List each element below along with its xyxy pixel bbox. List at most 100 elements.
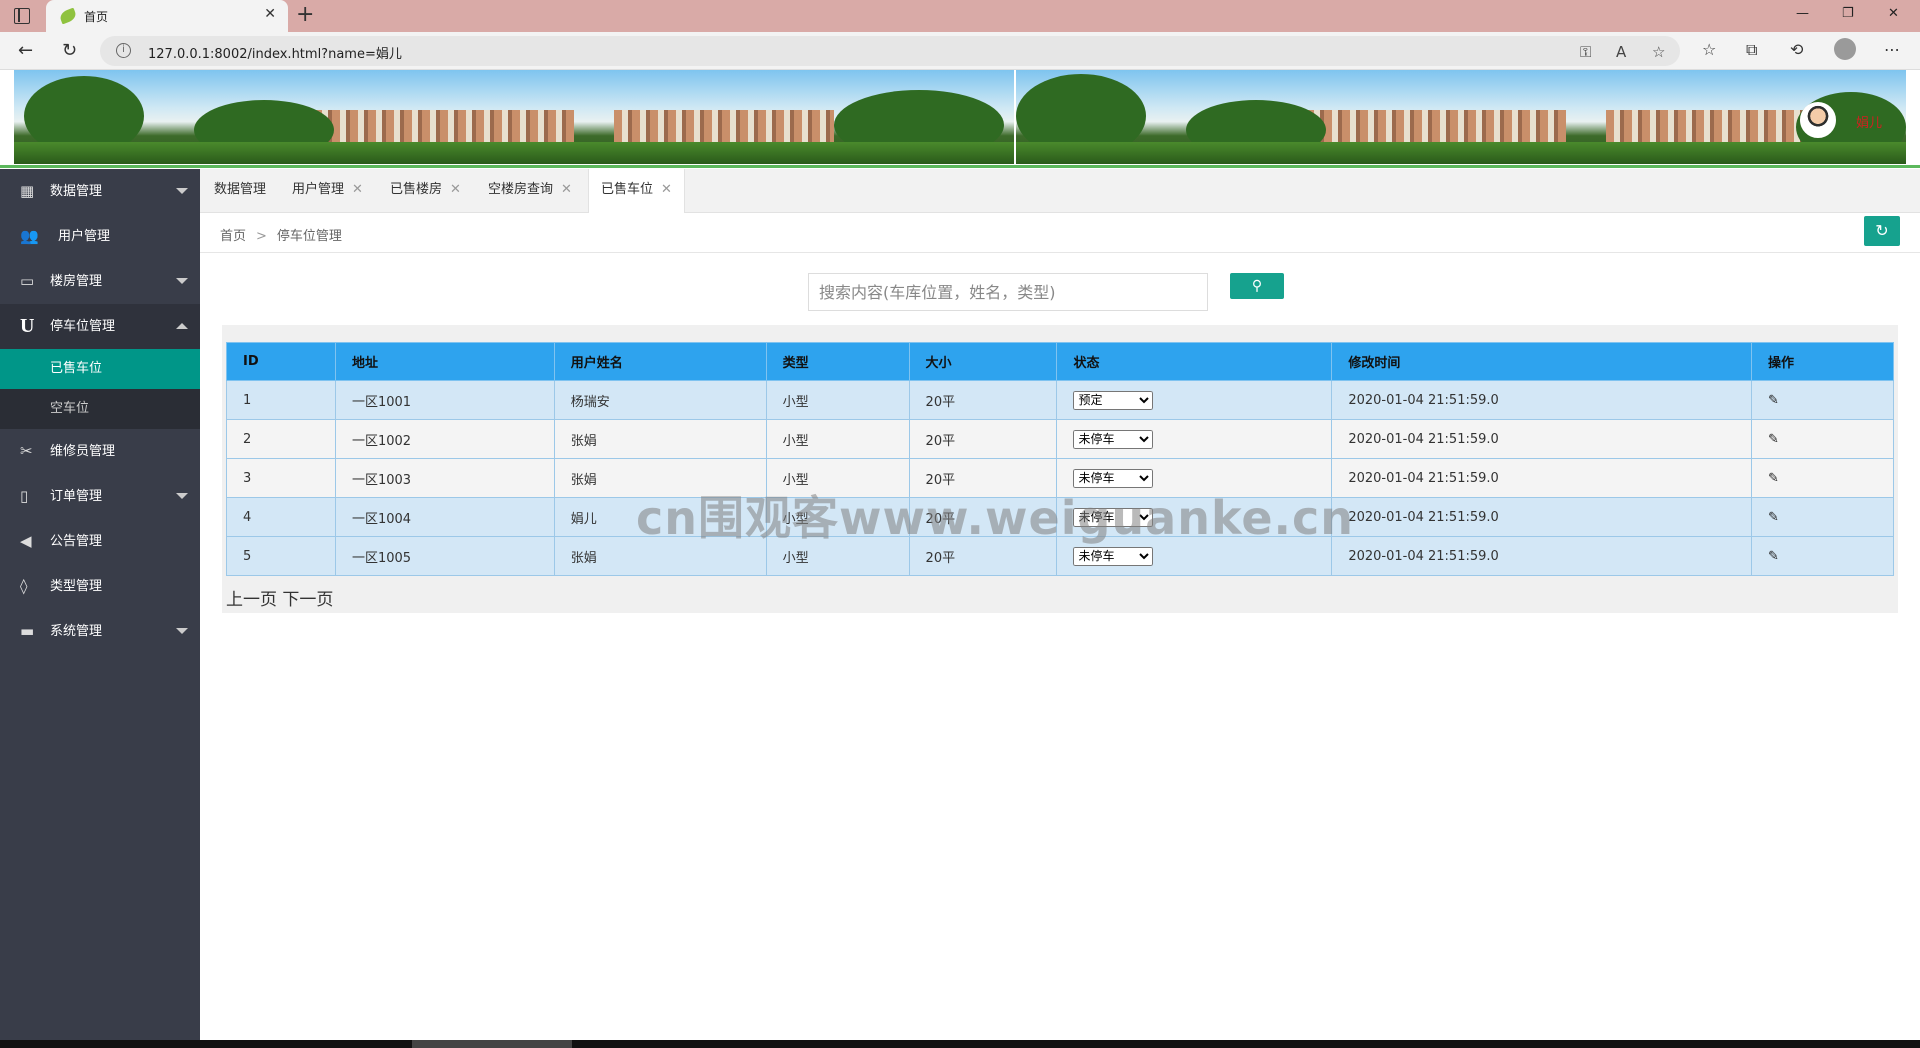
cell-time: 2020-01-04 21:51:59.0 [1331,536,1753,576]
breadcrumb-home[interactable]: 首页 [220,229,246,244]
cell-type: 小型 [765,380,910,420]
edit-icon[interactable]: ✎ [1768,471,1779,486]
circle-back-icon: ◀ [20,532,32,550]
prev-page-link[interactable]: 上一页 [226,590,277,610]
tab-data[interactable]: 数据管理 [202,169,278,209]
sidebar-item-types[interactable]: ◊ 类型管理 [0,564,200,609]
chevron-up-icon [176,323,188,329]
briefcase-icon: ▬ [20,622,35,640]
cell-size: 20平 [908,380,1058,420]
sidebar-item-label: 类型管理 [50,579,103,594]
sidebar-item-label: 用户管理 [58,229,111,244]
status-select[interactable]: 预定 [1073,390,1154,410]
breadcrumb-current: 停车位管理 [276,229,342,244]
status-select[interactable]: 未停车 [1073,429,1154,449]
sidebar-item-data[interactable]: ▦ 数据管理 [0,169,200,214]
user-avatar[interactable] [1800,102,1836,138]
tab-close-icon[interactable]: ✕ [450,182,461,197]
cell-action: ✎ [1751,419,1894,459]
cell-time: 2020-01-04 21:51:59.0 [1331,419,1753,459]
pager: 上一页 下一页 [226,585,333,610]
sidebar-subitem-sold-spaces[interactable]: 已售车位 [0,349,200,389]
sidebar-item-users[interactable]: 👥 用户管理 [0,214,200,259]
history-icon[interactable]: ⟲ [1790,40,1803,59]
cell-id: 3 [226,458,336,498]
edit-icon[interactable]: ✎ [1768,393,1779,408]
cell-status: 未停车 [1056,419,1333,459]
restore-icon[interactable]: ❐ [1842,6,1854,21]
page-tabs: 数据管理 用户管理 ✕ 已售楼房 ✕ 空楼房查询 ✕ 已售车位 ✕ [200,169,1920,213]
status-select[interactable]: 未停车 [1073,546,1154,566]
browser-tab[interactable]: 首页 ✕ [46,0,288,32]
user-name[interactable]: 娟儿 [1856,112,1882,131]
cell-time: 2020-01-04 21:51:59.0 [1331,497,1753,537]
window-close-icon[interactable]: ✕ [1888,6,1899,21]
tab-close-icon[interactable]: ✕ [352,182,363,197]
sidebar-item-announcements[interactable]: ◀ 公告管理 [0,519,200,564]
reload-icon[interactable]: ↻ [62,40,77,61]
cell-address: 一区1002 [334,419,555,459]
table-panel: ID 地址 用户姓名 类型 大小 状态 修改时间 操作 1 一区1001 杨瑞安… [222,325,1898,613]
column-header: 大小 [908,342,1058,381]
tab-sold-buildings[interactable]: 已售楼房 ✕ [378,169,473,209]
favorites-icon[interactable]: ☆ [1702,40,1716,59]
sidebar-subitem-empty-spaces[interactable]: 空车位 [0,389,200,429]
search-button[interactable]: ⚲ [1230,273,1284,299]
document-icon: ▯ [20,487,29,505]
cell-time: 2020-01-04 21:51:59.0 [1331,380,1753,420]
site-info-icon[interactable]: i [116,43,131,58]
tab-close-icon[interactable]: ✕ [661,182,672,197]
breadcrumb-separator: > [256,229,267,244]
table-header-row: ID 地址 用户姓名 类型 大小 状态 修改时间 操作 [226,342,1894,381]
cell-address: 一区1001 [334,380,555,420]
refresh-button[interactable]: ↻ [1864,216,1900,246]
sidebar-item-label: 公告管理 [50,534,103,549]
column-header: 类型 [765,342,910,381]
banner-image [14,70,1014,164]
collections-icon[interactable]: ⧉ [1746,40,1757,60]
table-icon: ▦ [20,182,35,200]
add-favorite-icon[interactable]: ☆ [1652,43,1665,61]
tab-label: 已售楼房 [390,182,443,197]
column-header: 修改时间 [1331,342,1753,381]
edit-icon[interactable]: ✎ [1768,549,1779,564]
watermark: cn围观客www.weiguanke.cn [636,491,1355,545]
tab-close-icon[interactable]: ✕ [264,6,276,22]
tab-close-icon[interactable]: ✕ [561,182,572,197]
key-icon[interactable]: ⚿ [1580,43,1591,61]
sidebar-item-buildings[interactable]: ▭ 楼房管理 [0,259,200,304]
breadcrumb: 首页 > 停车位管理 [220,225,342,244]
edit-icon[interactable]: ✎ [1768,432,1779,447]
tab-empty-buildings[interactable]: 空楼房查询 ✕ [476,169,584,209]
search-input[interactable] [808,273,1208,311]
tab-actions-icon[interactable] [14,8,30,24]
minimize-icon[interactable]: — [1796,6,1809,21]
read-aloud-icon[interactable]: A [1616,43,1626,61]
tab-users[interactable]: 用户管理 ✕ [280,169,375,209]
sidebar-item-orders[interactable]: ▯ 订单管理 [0,474,200,519]
sidebar-item-label: 系统管理 [50,624,103,639]
new-tab-button[interactable]: + [296,3,314,27]
sidebar-item-repairmen[interactable]: ✂ 维修员管理 [0,429,200,474]
next-page-link[interactable]: 下一页 [282,590,333,610]
cell-id: 2 [226,419,336,459]
cell-id: 5 [226,536,336,576]
sidebar-item-system[interactable]: ▬ 系统管理 [0,609,200,654]
leaf-favicon-icon [58,7,78,25]
cell-user: 杨瑞安 [553,380,767,420]
refresh-icon: ↻ [1875,221,1889,240]
header-banner: 娟儿 [0,70,1920,168]
profile-icon[interactable] [1834,38,1856,60]
sidebar-item-label: 楼房管理 [50,274,103,289]
chevron-down-icon [176,188,188,194]
banner-divider [0,165,1920,168]
cell-action: ✎ [1751,380,1894,420]
edit-icon[interactable]: ✎ [1768,510,1779,525]
more-icon[interactable]: ⋯ [1884,40,1900,59]
cell-size: 20平 [908,419,1058,459]
tab-sold-spaces[interactable]: 已售车位 ✕ [588,169,685,213]
sidebar-item-parking[interactable]: U 停车位管理 [0,304,200,349]
back-icon[interactable]: ← [18,40,33,61]
tab-label: 数据管理 [214,182,267,197]
url-field[interactable]: i 127.0.0.1:8002/index.html?name=娟儿 ⚿ A … [100,36,1680,66]
